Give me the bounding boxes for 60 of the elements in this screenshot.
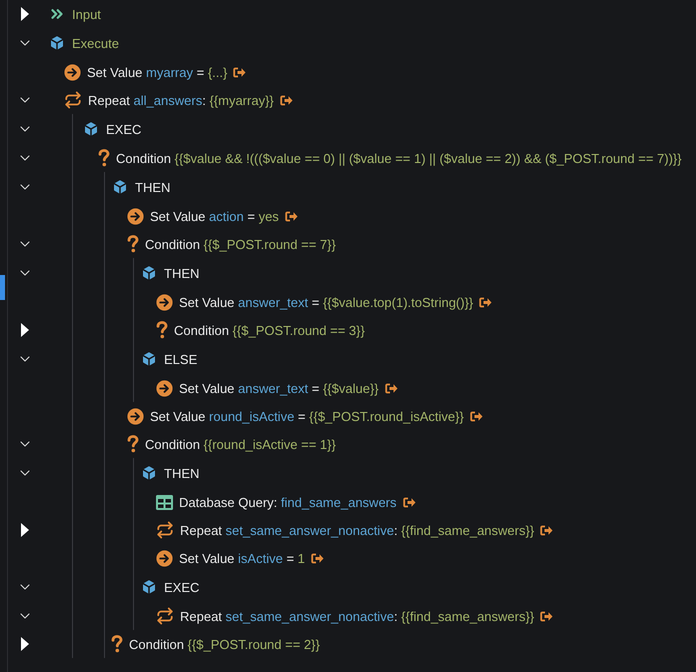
expand-toggle-icon[interactable] [21, 323, 29, 337]
arrow-circle-icon [127, 408, 144, 424]
question-icon [127, 435, 139, 453]
step-text: Condition {{$_POST.round == 2}} [129, 636, 320, 652]
step-text: THEN [164, 266, 200, 280]
question-icon [98, 149, 110, 167]
cube-icon [140, 350, 158, 368]
output-link-icon[interactable] [280, 94, 293, 106]
step-text: Set Value isActive = 1 [179, 550, 305, 566]
cube-icon [140, 264, 158, 282]
question-icon [156, 321, 168, 339]
step-text: Set Value answer_text = {{$value.top(1).toString()}} [179, 294, 474, 310]
step-text: Set Value answer_text = {{$value}} [179, 380, 379, 396]
step-text: ELSE [164, 352, 198, 366]
repeat-icon [156, 521, 174, 539]
step-text: Repeat set_same_answer_nonactive: {{find_same_answers}} [180, 608, 534, 624]
cube-icon [82, 120, 100, 138]
step-text: Condition {{$_POST.round == 7}} [145, 236, 336, 252]
arrow-circle-icon [156, 550, 173, 566]
step-text: Condition {{round_isActive == 1}} [145, 436, 336, 452]
scroll-marker [0, 275, 5, 300]
output-link-icon[interactable] [540, 610, 554, 622]
cube-icon [140, 578, 158, 596]
arrow-circle-icon [127, 208, 144, 224]
expand-toggle-icon[interactable] [21, 7, 29, 21]
step-text: Condition {{$_POST.round == 3}} [174, 322, 365, 338]
step-text: Set Value myarray = {...} [87, 64, 228, 80]
step-text: THEN [135, 180, 170, 194]
step-text: Input [72, 6, 101, 22]
output-link-icon[interactable] [284, 210, 298, 222]
output-link-icon[interactable] [540, 524, 554, 536]
step-text: Repeat set_same_answer_nonactive: {{find_same_answers}} [180, 522, 534, 538]
repeat-icon [156, 607, 174, 625]
expand-toggle-icon[interactable] [21, 637, 29, 651]
output-link-icon[interactable] [233, 66, 246, 78]
cube-icon [111, 178, 129, 196]
step-text: Repeat all_answers: {{myarray}} [88, 92, 274, 108]
arrow-circle-icon [64, 64, 81, 80]
output-link-icon[interactable] [479, 296, 492, 308]
arrow-circle-icon [156, 380, 173, 396]
step-text: Set Value action = yes [150, 208, 279, 224]
table-icon [156, 494, 173, 510]
step-text: EXEC [164, 580, 200, 594]
step-text: Set Value round_isActive = {{$_POST.round_isActive}} [150, 408, 464, 424]
output-link-icon[interactable] [310, 552, 324, 564]
question-icon [127, 235, 139, 253]
arrow-circle-icon [156, 294, 173, 310]
step-text: Execute [72, 36, 119, 50]
output-link-icon[interactable] [402, 496, 416, 508]
output-link-icon[interactable] [384, 382, 398, 394]
step-text: Database Query: find_same_answers [179, 494, 397, 510]
step-text: THEN [164, 466, 200, 480]
question-icon [111, 635, 123, 653]
repeat-icon [64, 91, 82, 109]
output-link-icon[interactable] [470, 410, 483, 422]
expand-toggle-icon[interactable] [21, 523, 29, 537]
cube-icon [48, 34, 66, 52]
step-text: Condition {{$value && !((($value == 0) || ($value == 1) || ($value == 2)) && ($_POST.round == 7))}} [116, 150, 682, 166]
cube-icon [140, 464, 158, 482]
step-text: EXEC [106, 122, 142, 136]
